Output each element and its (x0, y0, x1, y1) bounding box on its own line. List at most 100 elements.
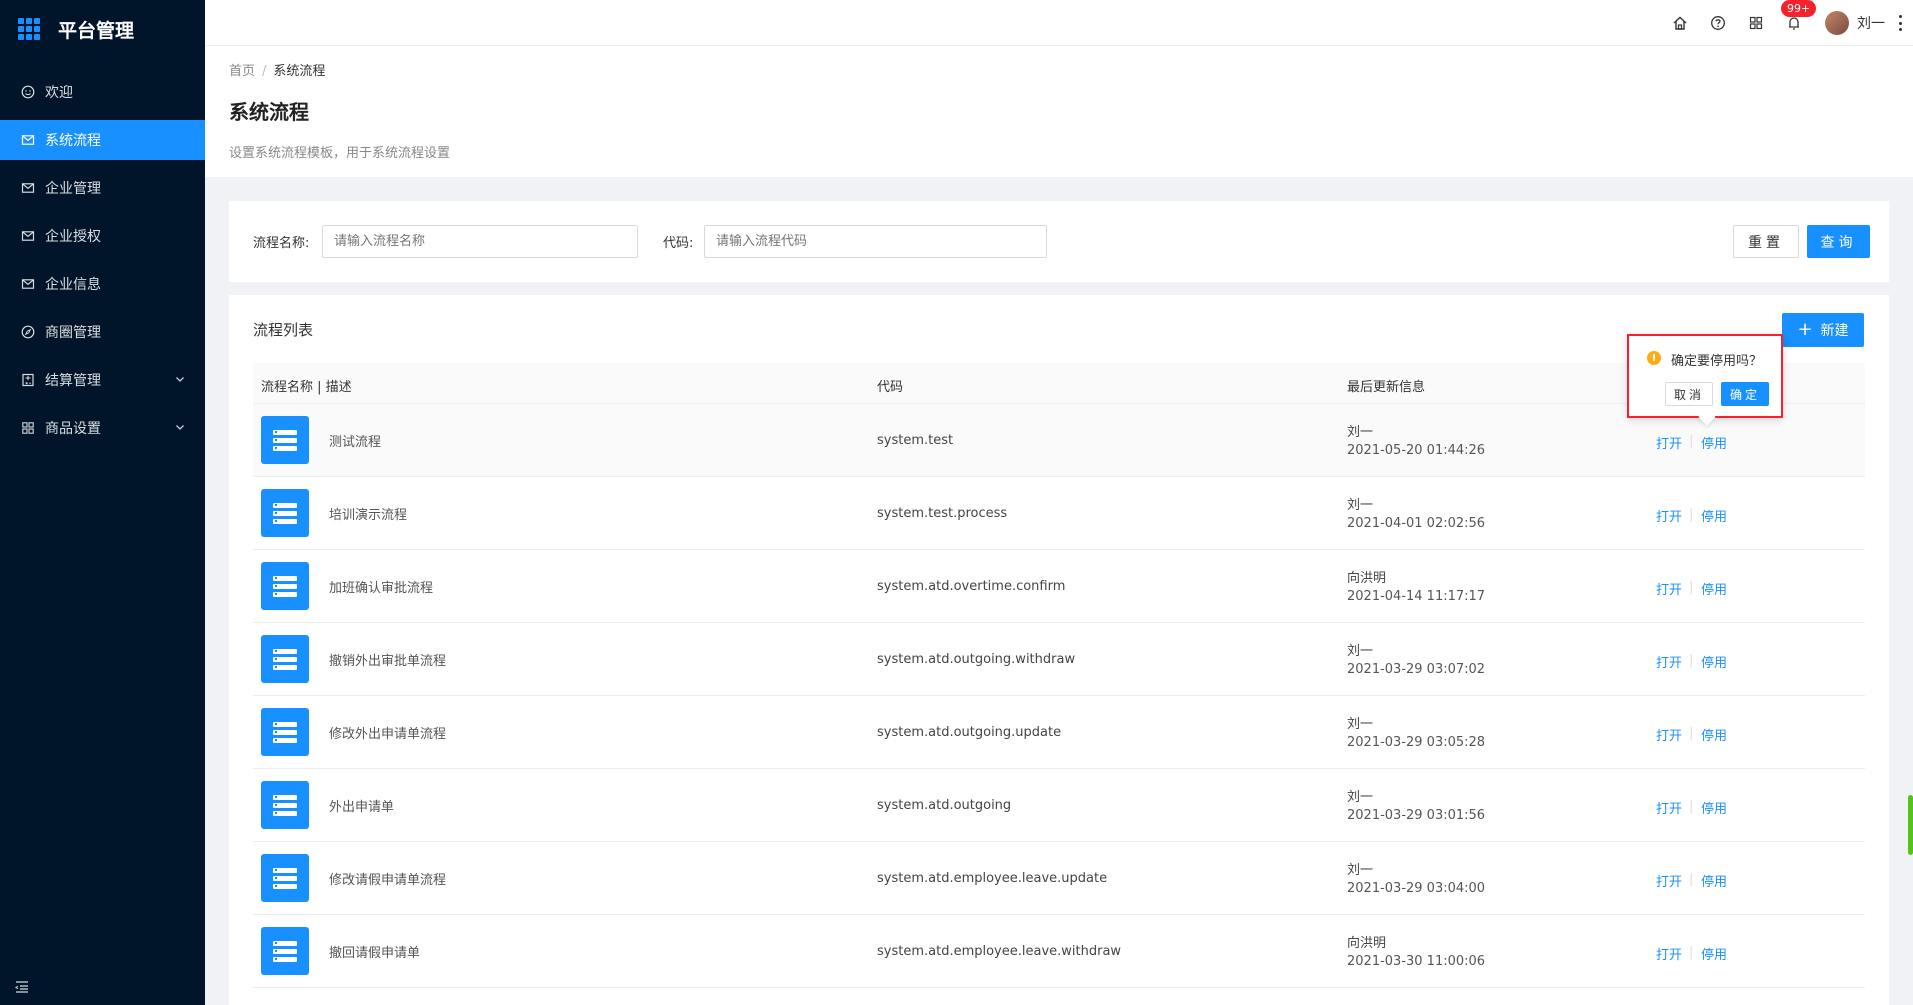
sidebar-item[interactable]: 结算管理 (0, 360, 205, 400)
apps-icon[interactable] (1747, 14, 1765, 32)
scrollbar[interactable] (1908, 795, 1913, 855)
flow-code-input[interactable] (704, 225, 1047, 258)
calculator-icon (21, 373, 35, 387)
sidebar-item[interactable]: 商品设置 (0, 408, 205, 448)
stop-link[interactable]: 停用 (1701, 433, 1727, 452)
compass-icon (21, 325, 35, 339)
flow-code: system.atd.employee.leave.withdraw (877, 944, 1122, 959)
stop-link[interactable]: 停用 (1701, 725, 1727, 744)
stop-link[interactable]: 停用 (1701, 579, 1727, 598)
flow-name: 加班确认审批流程 (329, 581, 434, 596)
sidebar-item-label: 商品设置 (45, 421, 101, 437)
sidebar-item[interactable]: 系统流程 (0, 120, 205, 160)
stop-link[interactable]: 停用 (1701, 652, 1727, 671)
brand-title: 平台管理 (58, 19, 135, 42)
updated-time: 2021-03-29 03:07:02 (1347, 662, 1486, 677)
stop-link[interactable]: 停用 (1701, 871, 1727, 890)
flow-code: system.atd.outgoing.withdraw (877, 652, 1076, 667)
open-link[interactable]: 打开 (1656, 871, 1682, 890)
sidebar-item-label: 商圈管理 (45, 325, 101, 341)
reset-button[interactable]: 重置 (1733, 225, 1799, 258)
query-button[interactable]: 查询 (1807, 225, 1870, 258)
sidebar-item-label: 企业信息 (45, 277, 101, 293)
process-list-icon (261, 708, 309, 756)
page-description: 设置系统流程模板，用于系统流程设置 (229, 146, 451, 161)
updated-by: 刘一 (1347, 644, 1374, 659)
breadcrumb-home[interactable]: 首页 (229, 64, 255, 79)
updated-by: 刘一 (1347, 863, 1374, 878)
open-link[interactable]: 打开 (1656, 433, 1682, 452)
mail-icon (21, 181, 35, 195)
open-link[interactable]: 打开 (1656, 652, 1682, 671)
new-button-label: 新建 (1820, 323, 1849, 339)
updated-time: 2021-03-29 03:01:56 (1347, 808, 1486, 823)
help-icon[interactable] (1709, 14, 1727, 32)
updated-time: 2021-04-01 02:02:56 (1347, 516, 1486, 531)
username[interactable]: 刘一 (1857, 13, 1885, 33)
table-body: 测试流程 system.test 刘一 2021-05-20 01:44:26 打开 | 停… (253, 404, 1865, 988)
action-divider: | (1689, 726, 1694, 741)
action-divider: | (1689, 799, 1694, 814)
sidebar-item[interactable]: 企业信息 (0, 264, 205, 304)
open-link[interactable]: 打开 (1656, 798, 1682, 817)
mail-icon (21, 229, 35, 243)
exclamation-circle-icon: ! (1647, 351, 1661, 365)
more-vertical-icon[interactable] (1897, 15, 1903, 31)
new-button[interactable]: + 新建 (1782, 313, 1864, 347)
breadcrumb-separator: / (262, 64, 267, 79)
open-link[interactable]: 打开 (1656, 579, 1682, 598)
process-list-icon (261, 635, 309, 683)
chevron-down-icon (173, 372, 187, 386)
avatar[interactable] (1825, 11, 1849, 35)
action-divider: | (1689, 507, 1694, 522)
popconfirm-ok-button[interactable]: 确定 (1721, 382, 1769, 406)
sidebar-item-label: 系统流程 (45, 133, 101, 149)
action-divider: | (1689, 434, 1694, 449)
flow-code: system.test (877, 433, 954, 448)
process-list-icon (261, 854, 309, 902)
table-row: 培训演示流程 system.test.process 刘一 2021-04-01 02… (253, 477, 1865, 550)
open-link[interactable]: 打开 (1656, 725, 1682, 744)
table-row: 修改请假申请单流程 system.atd.employee.leave.updat… (253, 842, 1865, 915)
flow-name: 撤回请假申请单 (329, 946, 421, 961)
table-row: 撤回请假申请单 system.atd.employee.leave.withdra… (253, 915, 1865, 988)
brand[interactable]: 平台管理 (0, 0, 205, 58)
open-link[interactable]: 打开 (1656, 506, 1682, 525)
table-row: 修改外出申请单流程 system.atd.outgoing.update 刘一 202… (253, 696, 1865, 769)
flow-name-input[interactable] (322, 225, 638, 258)
breadcrumb: 首页 / 系统流程 (229, 60, 325, 79)
updated-by: 向洪明 (1347, 936, 1387, 951)
sidebar: 平台管理 欢迎系统流程企业管理企业授权企业信息商圈管理结算管理商品设置 (0, 0, 205, 1005)
smile-icon (21, 85, 35, 99)
process-list-icon (261, 927, 309, 975)
sidebar-item-label: 欢迎 (45, 85, 73, 101)
page-title: 系统流程 (229, 100, 309, 124)
updated-time: 2021-04-14 11:17:17 (1347, 589, 1486, 604)
bell-icon[interactable]: 99+ (1781, 0, 1817, 32)
sidebar-item[interactable]: 欢迎 (0, 72, 205, 112)
table-header: 流程名称 | 描述 代码 最后更新信息 (253, 363, 1865, 404)
home-icon[interactable] (1671, 14, 1689, 32)
table-row: 外出申请单 system.atd.outgoing 刘一 2021-03-29 03:… (253, 769, 1865, 842)
process-list-icon (261, 781, 309, 829)
stop-link[interactable]: 停用 (1701, 506, 1727, 525)
flow-name: 培训演示流程 (329, 508, 408, 523)
sidebar-item-label: 企业授权 (45, 229, 101, 245)
appstore-icon (21, 421, 35, 435)
action-divider: | (1689, 653, 1694, 668)
sidebar-item[interactable]: 商圈管理 (0, 312, 205, 352)
updated-by: 刘一 (1347, 425, 1374, 440)
sidebar-item[interactable]: 企业授权 (0, 216, 205, 256)
flow-code-label: 代码: (663, 236, 694, 251)
stop-link[interactable]: 停用 (1701, 798, 1727, 817)
open-link[interactable]: 打开 (1656, 944, 1682, 963)
flow-name: 修改外出申请单流程 (329, 727, 447, 742)
popconfirm-cancel-button[interactable]: 取消 (1665, 382, 1713, 406)
table-row: 撤销外出审批单流程 system.atd.outgoing.withdraw 刘一 2… (253, 623, 1865, 696)
table-title: 流程列表 (253, 321, 314, 339)
menu-fold-icon[interactable] (14, 979, 30, 995)
sidebar-item-label: 结算管理 (45, 373, 101, 389)
column-header-name: 流程名称 | 描述 (261, 380, 352, 395)
sidebar-item[interactable]: 企业管理 (0, 168, 205, 208)
stop-link[interactable]: 停用 (1701, 944, 1727, 963)
